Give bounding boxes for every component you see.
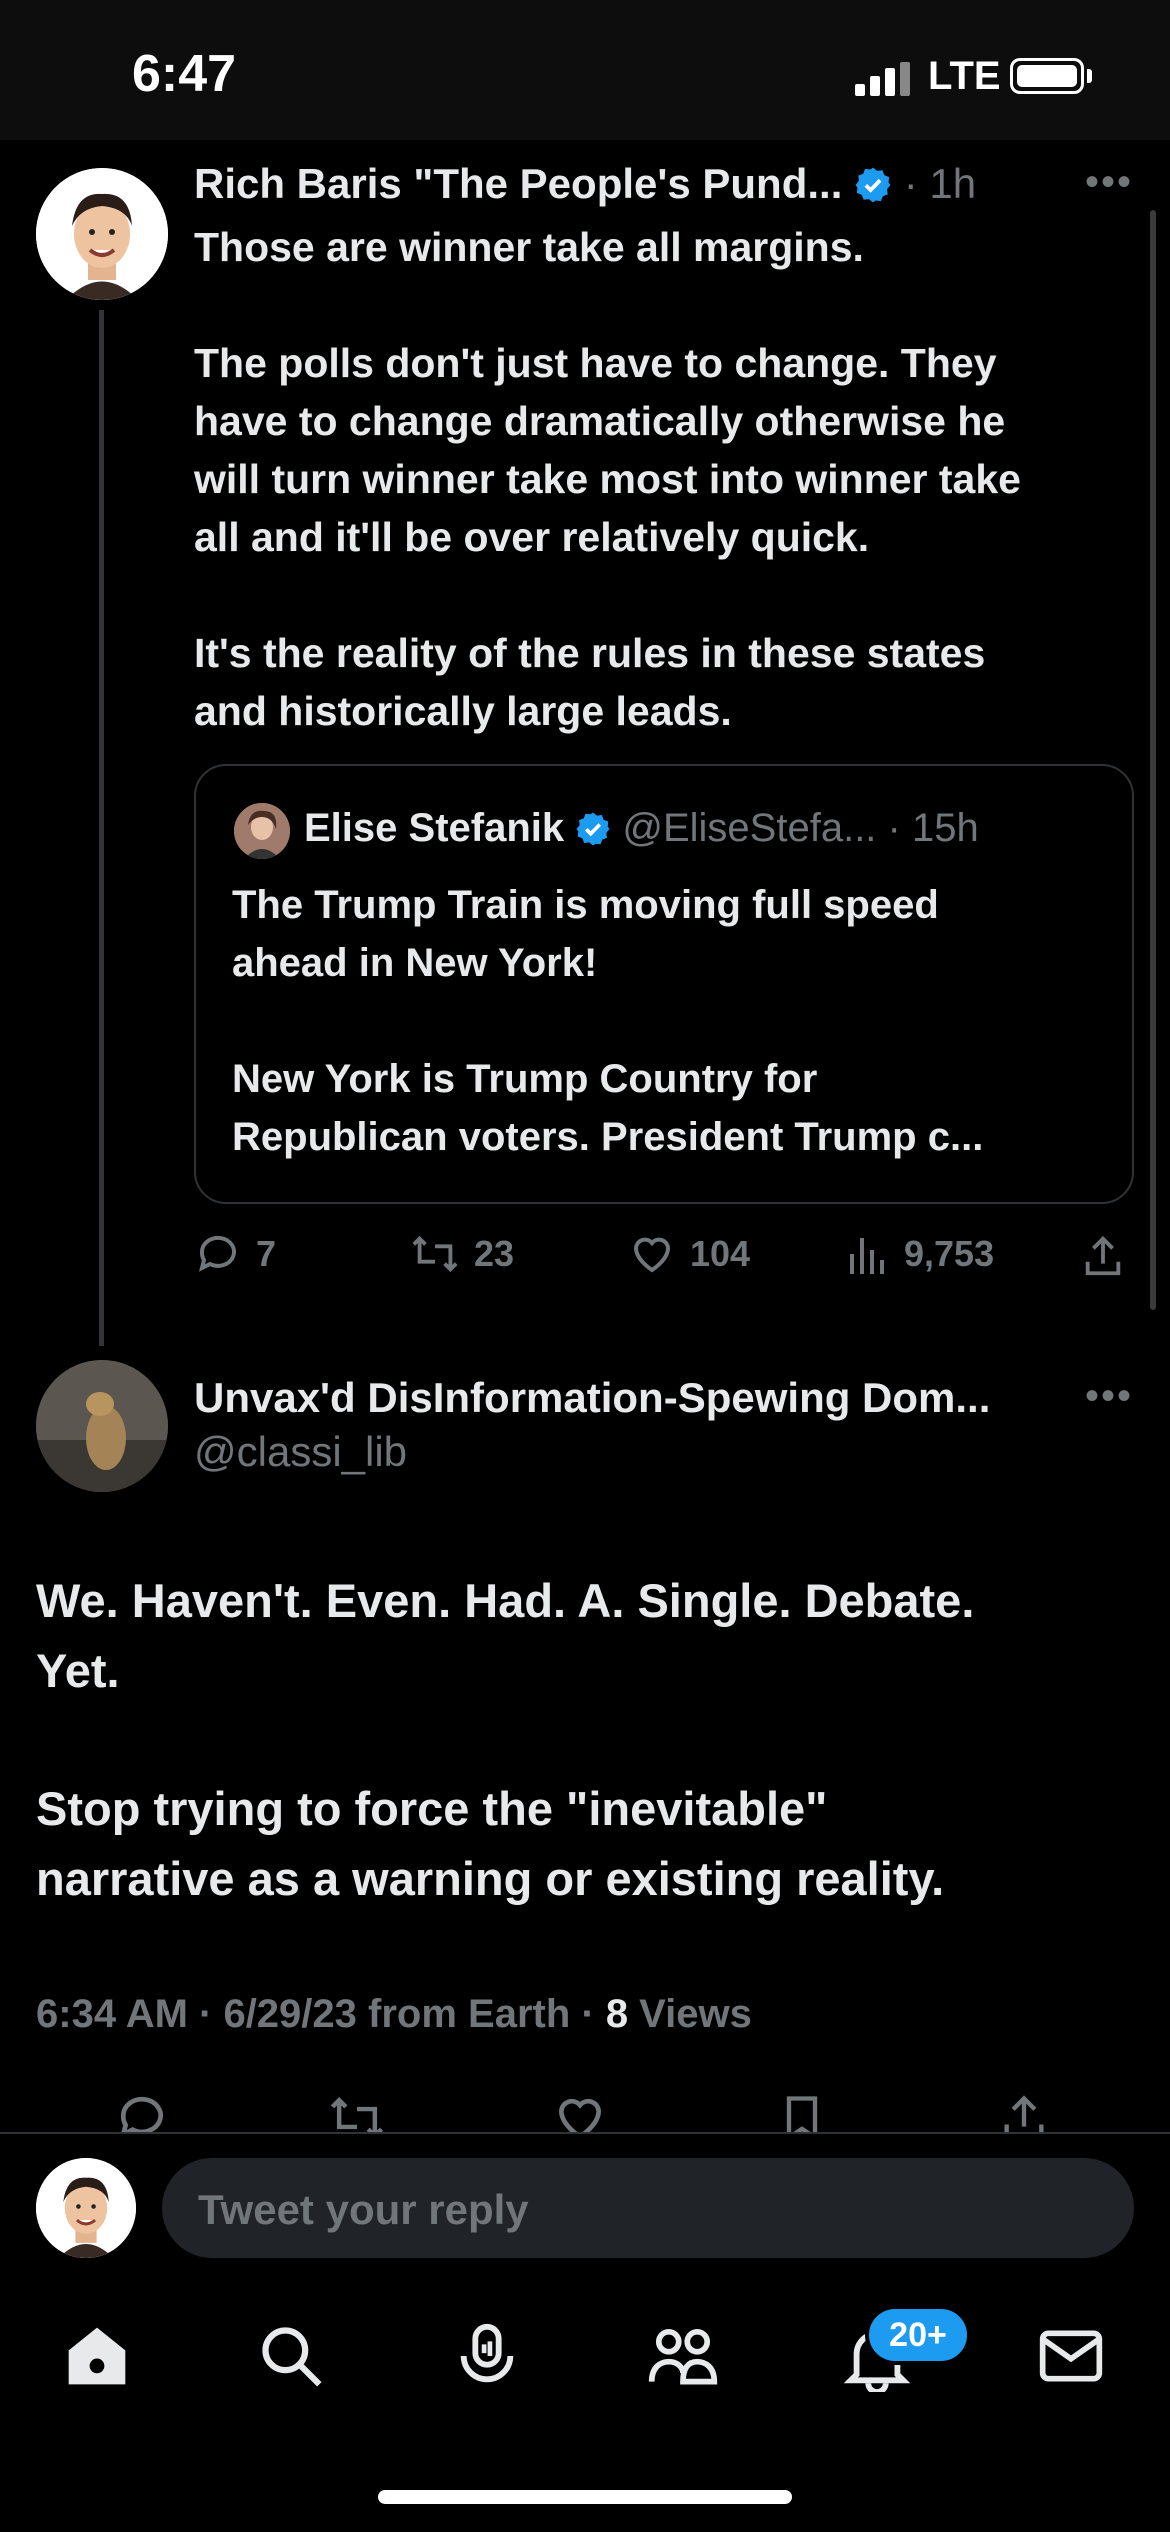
bookmark-icon[interactable] xyxy=(776,2090,828,2132)
like-icon[interactable] xyxy=(552,2090,608,2132)
quote-time: · 15h xyxy=(887,806,979,850)
avatar-photo xyxy=(36,1360,168,1492)
post2-timestamp: 6:34 AM · 6/29/23 from Earth · xyxy=(36,1992,606,2036)
tab-home[interactable] xyxy=(62,2322,132,2395)
verified-icon xyxy=(855,167,891,203)
battery-tip xyxy=(1087,69,1092,83)
retweet-count: 23 xyxy=(474,1233,515,1274)
post1-author-name[interactable]: Rich Baris "The People's Pund... xyxy=(194,160,842,207)
post2-views-count: 8 xyxy=(605,1992,629,2036)
quote-line: New York is Trump Country for xyxy=(232,1057,818,1101)
like-count: 104 xyxy=(690,1233,751,1274)
post2-line: We. Haven't. Even. Had. A. Single. Debat… xyxy=(36,1574,975,1627)
post2-line: Stop trying to force the "inevitable" xyxy=(36,1782,828,1835)
post1-line: will turn winner take most into winner t… xyxy=(194,456,1021,502)
post1-line: all and it'll be over relatively quick. xyxy=(194,514,870,560)
quote-handle: @EliseStefa... xyxy=(622,806,877,850)
search-icon xyxy=(262,2327,322,2387)
post1-line: Those are winner take all margins. xyxy=(194,224,864,270)
communities-icon xyxy=(648,2328,718,2385)
avatar-classi-lib[interactable] xyxy=(36,1360,168,1492)
status-time: 6:47 xyxy=(132,45,237,103)
verified-icon xyxy=(576,812,610,846)
reply-count: 7 xyxy=(256,1233,277,1274)
avatar-elise-stefanik[interactable] xyxy=(234,803,290,859)
thread-line xyxy=(99,310,104,1346)
post1-time: · 1h xyxy=(903,160,977,207)
like-icon xyxy=(633,1237,671,1273)
reply-icon xyxy=(199,1235,236,1272)
notifications-badge: 20+ xyxy=(865,2305,971,2365)
spaces-icon xyxy=(460,2323,514,2383)
quote-line: ahead in New York! xyxy=(232,941,598,985)
share-icon xyxy=(1085,1236,1121,1276)
network-label: LTE xyxy=(928,54,1001,98)
share-icon[interactable] xyxy=(998,2090,1050,2132)
post2-actions xyxy=(114,2090,1114,2132)
quote-header[interactable]: Elise Stefanik @EliseStefa... · 15h xyxy=(304,806,979,851)
avatar-photo xyxy=(234,803,290,859)
reply-placeholder: Tweet your reply xyxy=(198,2186,529,2233)
tab-search[interactable] xyxy=(256,2322,326,2395)
my-avatar[interactable] xyxy=(36,2158,136,2258)
share-button[interactable] xyxy=(1080,1232,1126,1285)
post1-line: and historically large leads. xyxy=(194,688,732,734)
reply-input[interactable]: Tweet your reply xyxy=(162,2158,1134,2258)
post1-line: have to change dramatically otherwise he xyxy=(194,398,1006,444)
tab-spaces[interactable] xyxy=(452,2320,522,2397)
views-count: 9,753 xyxy=(904,1233,995,1274)
home-indicator xyxy=(378,2490,792,2504)
post2-views-label: Views xyxy=(628,1992,752,2036)
post2-handle[interactable]: @classi_lib xyxy=(194,1428,407,1476)
quote-line: Republican voters. President Trump c... xyxy=(232,1115,984,1159)
avatar-illustration xyxy=(36,168,168,300)
signal-icon xyxy=(855,62,915,96)
scrollbar[interactable] xyxy=(1150,210,1156,1310)
quote-line: The Trump Train is moving full speed xyxy=(232,883,939,927)
home-icon xyxy=(68,2327,126,2385)
more-icon[interactable]: ••• xyxy=(1085,160,1133,205)
battery-icon xyxy=(1010,58,1084,94)
retweet-icon xyxy=(412,1235,458,1273)
post2-author-name[interactable]: Unvax'd DisInformation-Spewing Dom... xyxy=(194,1374,990,1422)
post2-line: Yet. xyxy=(36,1644,120,1697)
like-button[interactable]: 104 xyxy=(628,1230,750,1278)
mail-icon xyxy=(1039,2330,1103,2382)
post2-line: narrative as a warning or existing reali… xyxy=(36,1852,945,1905)
post1-header[interactable]: Rich Baris "The People's Pund... · 1h xyxy=(194,160,976,208)
post1-line: It's the reality of the rules in these s… xyxy=(194,630,986,676)
retweet-button[interactable]: 23 xyxy=(410,1230,514,1278)
tab-communities[interactable] xyxy=(646,2320,720,2397)
post2-meta: 6:34 AM · 6/29/23 from Earth · 8 Views xyxy=(36,1992,752,2037)
avatar-rich-baris[interactable] xyxy=(36,168,168,300)
tab-messages[interactable] xyxy=(1036,2322,1106,2395)
reply-icon[interactable] xyxy=(114,2090,170,2132)
quote-author-name[interactable]: Elise Stefanik xyxy=(304,806,564,850)
avatar-illustration xyxy=(36,2158,136,2258)
reply-button[interactable]: 7 xyxy=(194,1230,276,1278)
retweet-icon[interactable] xyxy=(328,2090,386,2132)
more-icon[interactable]: ••• xyxy=(1085,1374,1133,1419)
reply-divider xyxy=(0,2132,1170,2134)
views-icon xyxy=(850,1238,884,1274)
post1-line: The polls don't just have to change. The… xyxy=(194,340,997,386)
views-button[interactable]: 9,753 xyxy=(846,1230,994,1278)
